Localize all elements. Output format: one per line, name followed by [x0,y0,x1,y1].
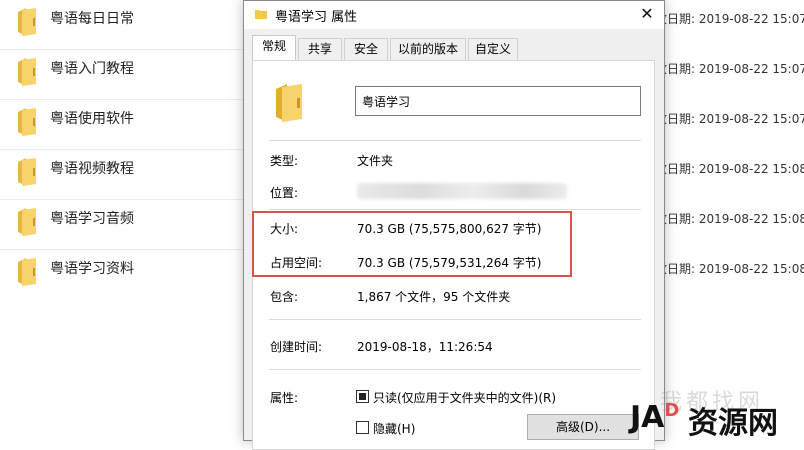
created-label: 创建时间: [270,340,323,354]
hidden-checkbox[interactable] [356,421,369,434]
folder-icon [18,158,36,186]
contains-label: 包含: [270,290,299,304]
close-button[interactable]: ✕ [630,1,664,29]
divider [269,369,641,370]
folder-modified-date: 改日期: 2019-08-22 15:08 [655,212,804,226]
readonly-label[interactable]: 只读(仅应用于文件夹中的文件)(R) [373,389,556,406]
logo-accent: D [664,400,680,421]
folder-icon [18,58,36,86]
folder-name: 粤语学习资料 [50,261,134,277]
divider [269,319,641,320]
type-value: 文件夹 [357,154,394,168]
attributes-label: 属性: [270,391,299,405]
watermark-brand: 资源网 [688,406,778,441]
contains-value: 1,867 个文件，95 个文件夹 [357,290,511,304]
watermark-logo: JAD [630,400,679,435]
folder-icon [18,108,36,136]
dialog-title: 粤语学习 属性 [275,10,358,25]
readonly-checkbox[interactable] [356,390,369,403]
divider [269,209,641,210]
tab-previous-versions[interactable]: 以前的版本 [390,38,466,60]
location-label: 位置: [270,186,299,200]
folder-name: 粤语学习音频 [50,211,134,227]
dialog-titlebar[interactable]: 粤语学习 属性 ✕ [244,1,664,29]
tab-security[interactable]: 安全 [344,38,388,60]
folder-modified-date: 改日期: 2019-08-22 15:07 [655,112,804,126]
tab-customize[interactable]: 自定义 [468,38,518,60]
tab-general[interactable]: 常规 [252,35,296,61]
folder-modified-date: 改日期: 2019-08-22 15:08 [655,262,804,276]
folder-icon [18,208,36,236]
folder-modified-date: 改日期: 2019-08-22 15:07 [655,12,804,26]
location-value-redacted [357,183,567,199]
logo-letters: JA [630,400,665,435]
folder-name: 粤语视频教程 [50,161,134,177]
created-value: 2019-08-18，11:26:54 [357,340,493,354]
type-label: 类型: [270,154,299,168]
hidden-label[interactable]: 隐藏(H) [373,420,415,437]
folder-modified-date: 改日期: 2019-08-22 15:07 [655,62,804,76]
folder-icon [255,10,267,19]
size-highlight-box [252,211,572,277]
folder-name: 粤语每日日常 [50,11,134,27]
folder-name-field[interactable] [355,86,641,116]
folder-icon [18,8,36,36]
folder-name: 粤语使用软件 [50,111,134,127]
folder-name: 粤语入门教程 [50,61,134,77]
watermark: 我都找网 JAD 资源网 [620,390,804,441]
divider [269,140,641,141]
tab-sharing[interactable]: 共享 [298,38,342,60]
folder-modified-date: 改日期: 2019-08-22 15:08 [655,162,804,176]
folder-icon [18,258,36,286]
folder-icon [276,84,302,122]
